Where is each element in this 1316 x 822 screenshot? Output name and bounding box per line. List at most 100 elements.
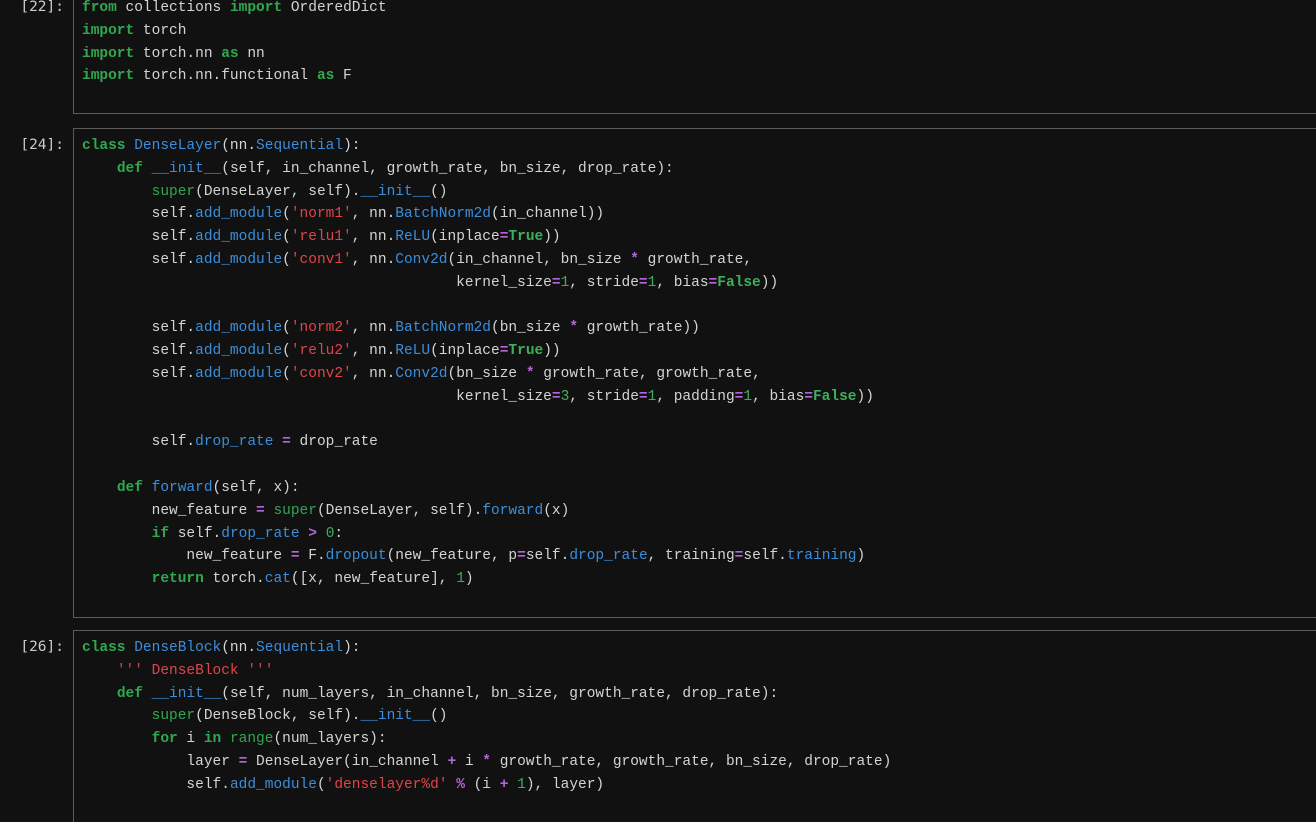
- code-line: import torch.nn.functional as F: [82, 65, 1316, 88]
- code-token: import: [229, 0, 283, 16]
- code-token: as: [316, 68, 335, 85]
- code-token: , bias: [752, 388, 805, 405]
- code-token: ReLU: [395, 343, 431, 360]
- code-token: forward: [482, 502, 544, 519]
- code-token: (: [282, 320, 291, 337]
- code-token: training: [786, 548, 857, 565]
- code-token: BatchNorm2d: [395, 206, 491, 223]
- code-editor[interactable]: from collections import OrderedDict impor…: [73, 0, 1316, 114]
- code-token: __init__: [360, 183, 431, 200]
- code-block: class DenseBlock(nn.Sequential): ''' Den…: [74, 631, 1316, 819]
- code-token: kernel_size: [82, 274, 552, 291]
- code-line: self.add_module('conv2', nn.Conv2d(bn_si…: [82, 363, 1316, 386]
- code-token: new_feature: [82, 502, 257, 519]
- code-line: class DenseLayer(nn.Sequential):: [82, 135, 1316, 158]
- code-token: (in_channel)): [491, 206, 605, 223]
- code-token: OrderedDict: [282, 0, 387, 16]
- code-token: super: [273, 502, 317, 519]
- code-token: , nn.: [351, 229, 396, 246]
- code-token: =: [551, 388, 561, 405]
- code-token: (i: [464, 776, 500, 793]
- code-line: return torch.cat([x, new_feature], 1): [82, 568, 1316, 591]
- code-token: *: [525, 365, 535, 382]
- code-token: drop_rate: [290, 434, 378, 451]
- code-token: (: [282, 251, 291, 268]
- code-token: %: [456, 776, 465, 793]
- code-line: import torch: [82, 20, 1316, 43]
- code-token: F.: [299, 548, 326, 565]
- code-token: )): [856, 388, 874, 405]
- code-token: class: [82, 138, 126, 154]
- code-token: self.: [82, 229, 196, 246]
- code-token: (num_layers):: [273, 731, 387, 748]
- code-token: self.: [82, 206, 196, 223]
- code-line: self.drop_rate = drop_rate: [82, 431, 1316, 454]
- code-token: 1: [560, 274, 570, 291]
- code-token: =: [551, 274, 561, 291]
- code-token: (new_feature, p: [386, 548, 518, 565]
- code-token: i: [177, 731, 204, 748]
- code-line: new_feature = F.dropout(new_feature, p=s…: [82, 545, 1316, 568]
- code-token: (DenseBlock, self).: [195, 708, 361, 725]
- code-token: =: [282, 434, 291, 451]
- code-line: self.add_module('conv1', nn.Conv2d(in_ch…: [82, 249, 1316, 272]
- code-token: Conv2d: [395, 365, 448, 382]
- code-line: self.add_module('relu1', nn.ReLU(inplace…: [82, 226, 1316, 249]
- code-token: (self, in_channel, growth_rate, bn_size,…: [221, 160, 674, 177]
- code-token: (self, num_layers, in_channel, bn_size, …: [221, 685, 779, 702]
- code-token: drop_rate: [195, 434, 274, 451]
- code-token: import: [82, 45, 135, 62]
- code-token: add_module: [195, 229, 283, 246]
- code-token: self.: [82, 343, 196, 360]
- code-line: class DenseBlock(nn.Sequential):: [82, 637, 1316, 660]
- code-token: 1: [456, 571, 465, 588]
- code-line: for i in range(num_layers):: [82, 728, 1316, 751]
- code-token: self.: [743, 548, 787, 565]
- code-line: super(DenseBlock, self).__init__(): [82, 705, 1316, 728]
- code-token: BatchNorm2d: [395, 320, 491, 337]
- code-token: class: [82, 640, 126, 656]
- code-line: kernel_size=3, stride=1, padding=1, bias…: [82, 386, 1316, 409]
- code-token: =: [638, 274, 648, 291]
- code-token: new_feature: [82, 548, 291, 565]
- code-token: (): [430, 183, 448, 200]
- code-token: layer: [82, 753, 239, 770]
- code-block: class DenseLayer(nn.Sequential): def __i…: [74, 129, 1316, 614]
- code-token: self.: [169, 525, 222, 542]
- code-token: as: [221, 45, 239, 62]
- code-token: (nn.: [221, 640, 257, 656]
- code-editor[interactable]: class DenseBlock(nn.Sequential): ''' Den…: [73, 630, 1316, 822]
- code-line: super(DenseLayer, self).__init__(): [82, 181, 1316, 204]
- code-token: def: [116, 160, 143, 177]
- code-token: (DenseLayer, self).: [195, 183, 361, 200]
- code-line: def forward(self, x):: [82, 477, 1316, 500]
- code-token: (: [282, 343, 291, 360]
- code-token: True: [508, 343, 544, 360]
- code-line: import torch.nn as nn: [82, 43, 1316, 66]
- code-token: , nn.: [351, 320, 396, 337]
- code-editor[interactable]: class DenseLayer(nn.Sequential): def __i…: [73, 128, 1316, 618]
- execution-count: [26]:: [20, 639, 64, 655]
- code-token: =: [517, 548, 526, 565]
- code-line: self.add_module('norm1', nn.BatchNorm2d(…: [82, 203, 1316, 226]
- code-token: 1: [743, 388, 753, 405]
- code-token: >: [308, 525, 317, 542]
- code-token: add_module: [195, 320, 283, 337]
- code-token: ([x, new_feature],: [290, 571, 457, 588]
- code-token: ): [464, 571, 474, 588]
- code-token: F: [334, 68, 352, 85]
- code-token: ReLU: [395, 229, 431, 246]
- code-token: (bn_size: [447, 365, 526, 382]
- code-token: self.: [525, 548, 570, 565]
- code-line: self.add_module('denselayer%d' % (i + 1)…: [82, 774, 1316, 797]
